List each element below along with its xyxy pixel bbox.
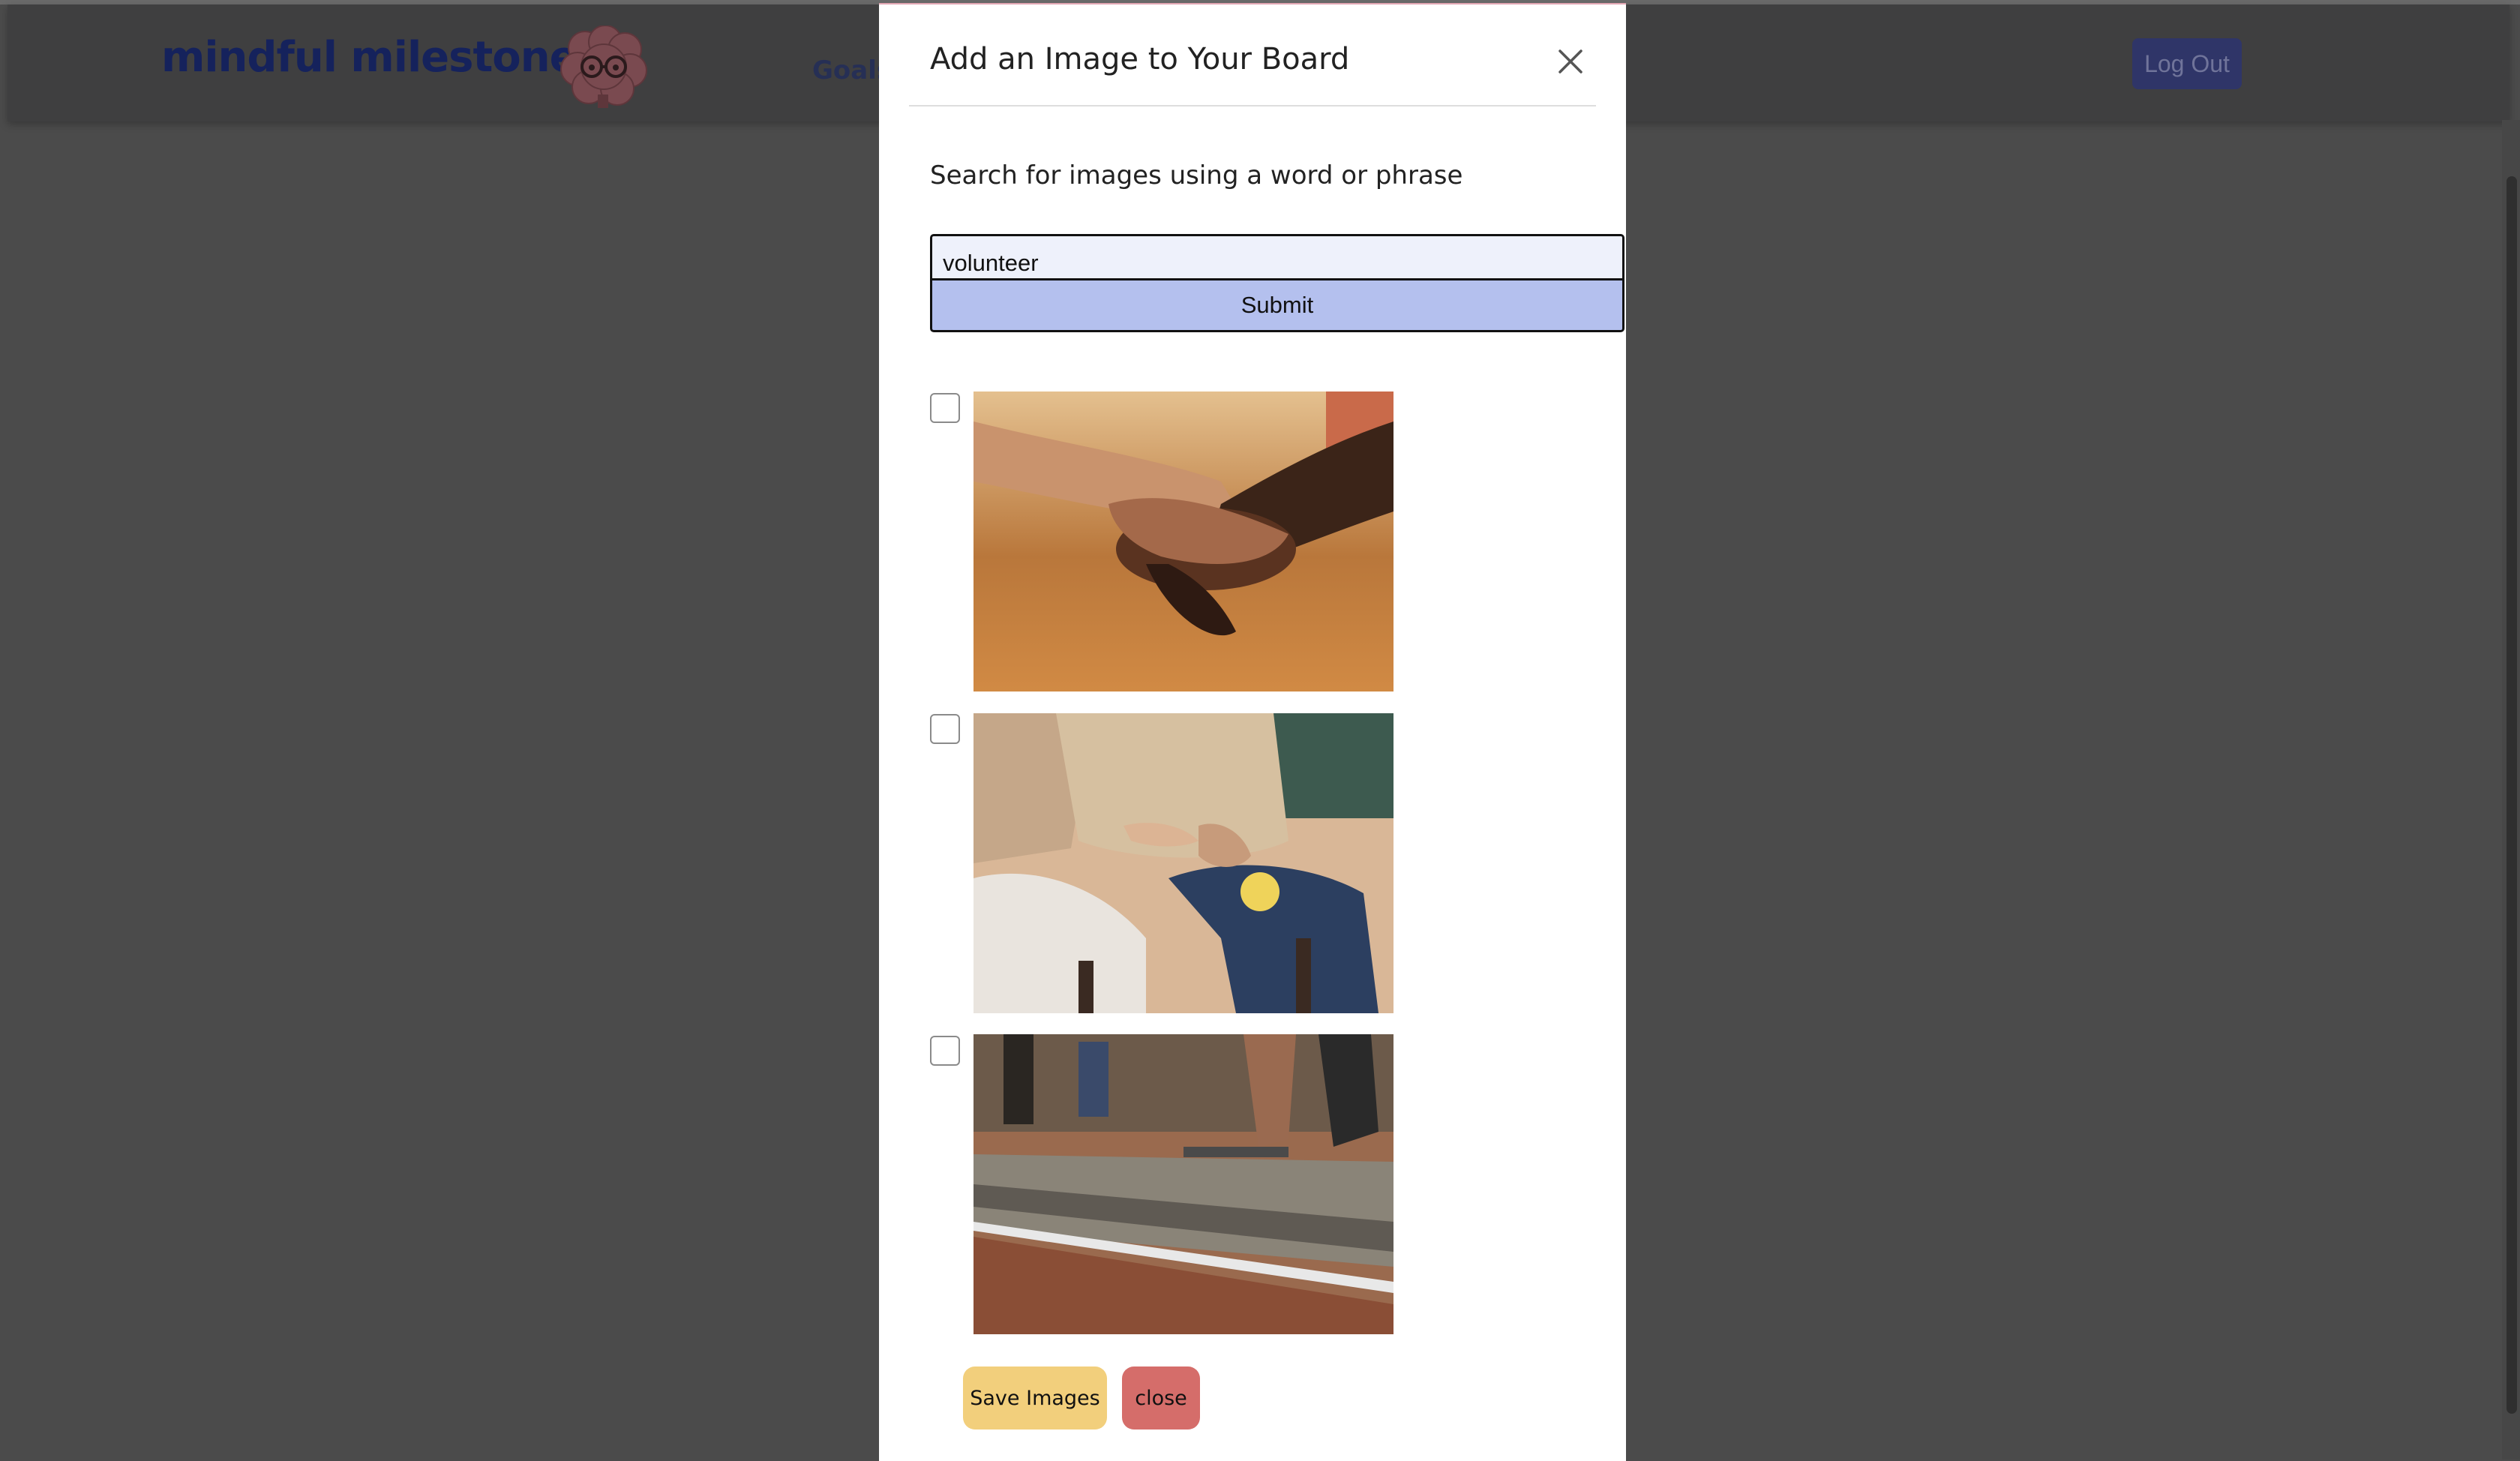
search-input[interactable] [930,234,1624,279]
holding-hands-photo [974,392,1394,692]
elderly-care-photo [974,713,1394,1013]
close-icon[interactable] [1552,44,1588,80]
add-image-modal: Add an Image to Your Board Search for im… [879,3,1626,1461]
image-1-checkbox[interactable] [930,393,960,423]
brain-logo-icon [559,25,649,112]
submit-button[interactable]: Submit [930,278,1624,332]
save-images-button[interactable]: Save Images [963,1366,1107,1430]
logo-text: mindful milestones [161,33,602,82]
close-button[interactable]: close [1122,1366,1200,1430]
modal-title: Add an Image to Your Board [930,42,1350,76]
modal-divider [909,105,1596,106]
image-2-checkbox[interactable] [930,714,960,744]
page-scrollbar-thumb[interactable] [2506,176,2517,1414]
concrete-volunteer-photo [974,1034,1394,1334]
logout-button[interactable]: Log Out [2132,38,2242,89]
search-instructions: Search for images using a word or phrase [930,160,1463,190]
image-3-checkbox[interactable] [930,1036,960,1066]
